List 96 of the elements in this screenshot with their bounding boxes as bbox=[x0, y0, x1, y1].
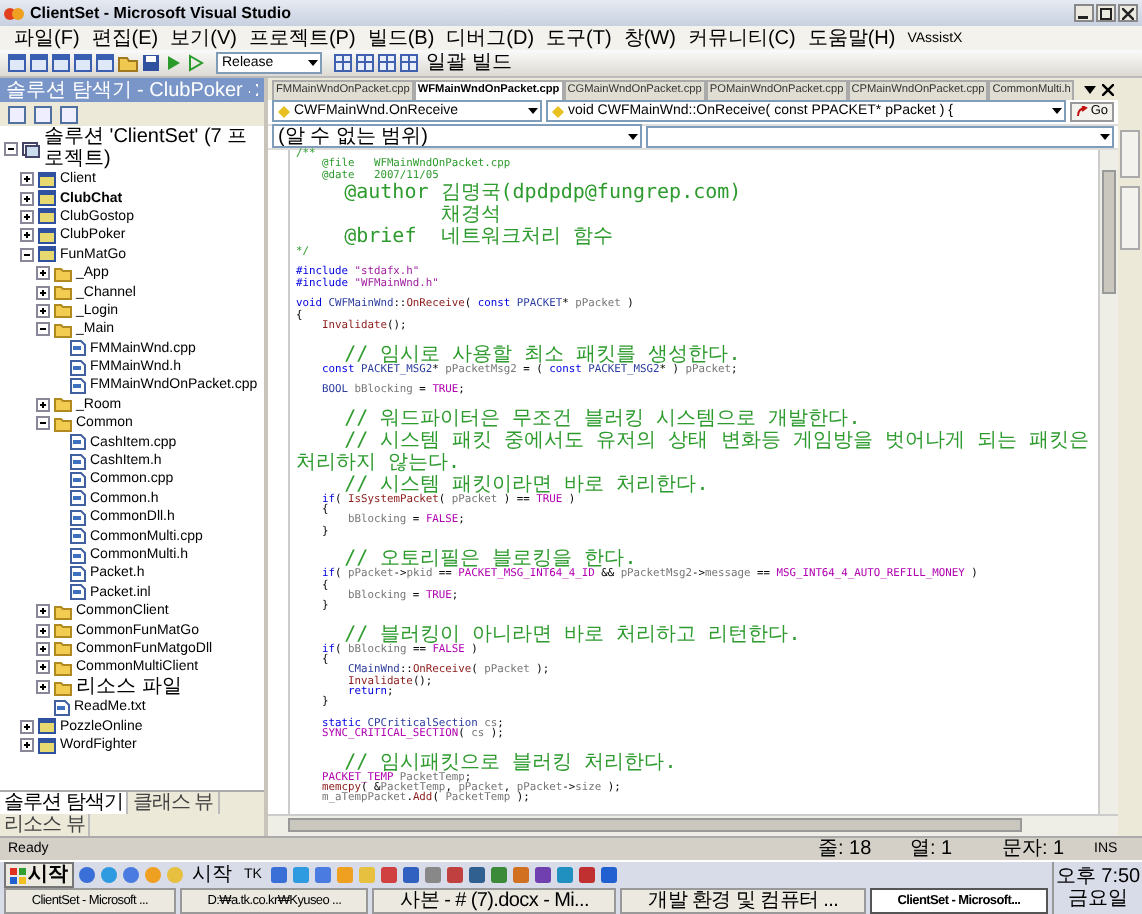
code-line: // 워드파이터은 무조건 블러킹 시스템으로 개발한다. bbox=[342, 407, 863, 430]
window-icon bbox=[38, 190, 56, 207]
toolbar-window-icon[interactable] bbox=[52, 54, 70, 72]
four-squares-icon bbox=[10, 867, 26, 883]
caret-icon bbox=[1100, 133, 1110, 140]
window-icon bbox=[38, 737, 56, 754]
expander-icon[interactable] bbox=[36, 397, 50, 412]
column-indicator: 열: 1 bbox=[910, 839, 955, 859]
toolbar-grid-icon[interactable] bbox=[400, 54, 418, 72]
clock-time: 오후 7:50 bbox=[1055, 866, 1141, 888]
code-line: // 시스템 패킷이라면 바로 처리한다. bbox=[342, 473, 711, 496]
code-line: @author 김명국(dpdpdp@fungrep.com) bbox=[342, 181, 744, 204]
diamond-icon bbox=[278, 105, 290, 118]
document-stack-icon bbox=[22, 141, 40, 157]
taskbar-button[interactable]: 사본 - # (7).docx - Mi... bbox=[372, 888, 617, 914]
app-logo-icon bbox=[4, 5, 24, 21]
expander-icon[interactable] bbox=[36, 680, 50, 695]
dropdown[interactable] bbox=[646, 125, 1114, 148]
toolbar-menu[interactable]: 시작 bbox=[188, 864, 236, 886]
code-line: 채경석 bbox=[438, 203, 503, 226]
expander-icon[interactable] bbox=[36, 660, 50, 675]
caret-icon bbox=[628, 133, 638, 140]
menu-item[interactable]: 편집(E) bbox=[85, 27, 165, 49]
maximize-icon bbox=[1100, 7, 1112, 19]
expander-icon[interactable] bbox=[20, 719, 34, 734]
window-icon bbox=[38, 208, 56, 225]
expander-icon[interactable] bbox=[36, 266, 50, 281]
maximize-button[interactable] bbox=[1096, 4, 1116, 22]
expander-icon[interactable] bbox=[36, 303, 50, 318]
code-line: // 시스템 패킷 중에서도 유저의 상태 변화등 게임방을 벗어나게 되는 패킷은 처리하지 않는다. bbox=[296, 429, 1091, 474]
expander-icon[interactable] bbox=[36, 416, 50, 431]
toolbar-window-icon[interactable] bbox=[96, 54, 114, 72]
panel-tab[interactable]: 클래스 뷰 bbox=[128, 792, 220, 814]
panel-title: 솔루션 탐색기 - ClubPoker bbox=[6, 79, 243, 101]
panel-tab[interactable]: 솔루션 탐색기 bbox=[0, 792, 129, 814]
menu-item[interactable]: 도움말(H) bbox=[801, 27, 902, 49]
expander-icon[interactable] bbox=[20, 738, 34, 753]
toolbar-grid-icon[interactable] bbox=[378, 54, 396, 72]
caret-icon bbox=[1052, 108, 1063, 115]
caret-icon bbox=[528, 108, 538, 115]
code-line: // 블러킹이 아니라면 바로 처리하고 리턴한다. bbox=[342, 623, 803, 646]
window-icon bbox=[38, 246, 56, 263]
folder-icon[interactable] bbox=[118, 54, 138, 72]
code-line: // 오토리필은 블로킹을 한다. bbox=[342, 548, 637, 571]
expander-icon[interactable] bbox=[20, 209, 34, 224]
window-title: ClientSet - Microsoft Visual Studio bbox=[30, 4, 294, 22]
horizontal-scrollbar[interactable] bbox=[268, 814, 1118, 836]
play-outline-icon[interactable] bbox=[186, 54, 204, 72]
save-icon[interactable] bbox=[142, 54, 160, 72]
code-line: // 임시패킷으로 블러킹 처리한다. bbox=[344, 751, 679, 774]
clock-day: 금요일 bbox=[1068, 888, 1128, 910]
batch-build-button[interactable]: 일괄 빌드 bbox=[422, 52, 516, 74]
expander-icon[interactable] bbox=[36, 322, 50, 337]
expander-icon[interactable] bbox=[36, 604, 50, 619]
window-icon bbox=[38, 227, 56, 244]
code-line: @brief 네트워크처리 함수 bbox=[342, 225, 615, 248]
play-icon[interactable] bbox=[164, 54, 182, 72]
tree-item[interactable]: 솔루션 'ClientSet' (7 프로젝트) bbox=[44, 128, 264, 170]
expander-icon[interactable] bbox=[20, 191, 34, 206]
tree-item[interactable]: 리소스 파일 bbox=[76, 677, 182, 699]
scope-dropdown[interactable]: (알 수 없는 범위) bbox=[272, 124, 642, 149]
toolbar-window-icon[interactable] bbox=[30, 54, 48, 72]
menu-item[interactable]: 커뮤니티(C) bbox=[681, 27, 802, 49]
diamond-icon bbox=[552, 105, 564, 118]
menu-item[interactable]: 프로젝트(P) bbox=[242, 27, 362, 49]
expander-icon[interactable] bbox=[36, 623, 50, 638]
window-icon bbox=[38, 171, 56, 188]
menu-item[interactable]: 파일(F) bbox=[8, 27, 86, 49]
document-icon bbox=[54, 699, 70, 716]
line-indicator: 줄: 18 bbox=[818, 839, 874, 859]
expander-icon[interactable] bbox=[36, 641, 50, 656]
window-icon bbox=[38, 718, 56, 735]
expander-icon[interactable] bbox=[20, 228, 34, 243]
vertical-scrollbar[interactable] bbox=[1098, 150, 1118, 814]
curved-arrow-icon bbox=[1076, 105, 1089, 118]
menu-item[interactable]: 창(W) bbox=[617, 27, 682, 49]
expander-icon[interactable] bbox=[20, 172, 34, 187]
taskbar-button[interactable]: 개발 환경 및 컴퓨터 ... bbox=[620, 888, 866, 914]
expander-icon[interactable] bbox=[20, 247, 34, 262]
menu-item[interactable]: 도구(T) bbox=[540, 27, 618, 49]
menu-item[interactable]: 보기(V) bbox=[164, 27, 243, 49]
close-button[interactable] bbox=[1118, 4, 1138, 22]
menu-item[interactable]: 빌드(B) bbox=[361, 27, 441, 49]
code-line: // 임시로 사용할 최소 패킷를 생성한다. bbox=[344, 343, 743, 366]
start-button[interactable]: 시작 bbox=[4, 862, 74, 888]
caret-icon[interactable] bbox=[1084, 85, 1096, 93]
expander-icon[interactable] bbox=[36, 285, 50, 300]
toolbar-grid-icon[interactable] bbox=[334, 54, 352, 72]
menu-item[interactable]: 디버그(D) bbox=[440, 27, 541, 49]
toolbar-window-icon[interactable] bbox=[8, 54, 26, 72]
caret-icon bbox=[308, 60, 318, 66]
toolbar-grid-icon[interactable] bbox=[356, 54, 374, 72]
expander-icon[interactable] bbox=[4, 142, 18, 156]
minimize-button[interactable] bbox=[1074, 4, 1094, 22]
toolbar-window-icon[interactable] bbox=[74, 54, 92, 72]
character-indicator: 문자: 1 bbox=[1002, 839, 1067, 859]
